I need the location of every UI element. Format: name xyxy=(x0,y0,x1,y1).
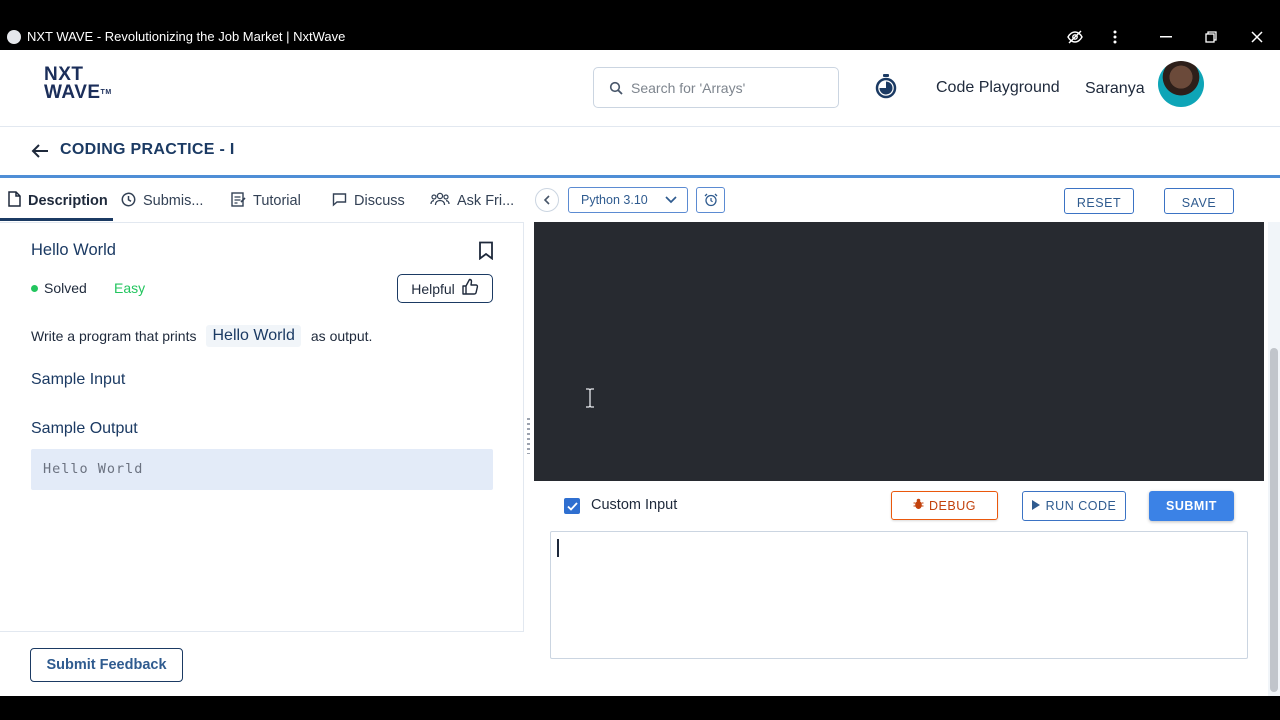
document-icon xyxy=(8,191,21,211)
text-caret xyxy=(557,539,559,557)
avatar[interactable] xyxy=(1158,61,1204,107)
custom-input-checkbox[interactable] xyxy=(564,498,580,514)
minimize-icon[interactable] xyxy=(1156,28,1176,46)
nxtwave-logo[interactable]: NXT WAVETM xyxy=(44,65,112,103)
custom-input-field[interactable] xyxy=(550,531,1248,659)
submit-feedback-button[interactable]: Submit Feedback xyxy=(30,648,183,682)
code-playground-link[interactable]: Code Playground xyxy=(936,79,1060,97)
back-arrow-icon[interactable] xyxy=(30,141,50,166)
close-icon[interactable] xyxy=(1247,28,1267,46)
custom-input-label[interactable]: Custom Input xyxy=(591,497,677,513)
tab-ask-friends[interactable]: Ask Fri... xyxy=(430,189,514,213)
sample-output-text: Hello World xyxy=(43,461,144,477)
scrollbar-thumb[interactable] xyxy=(1270,348,1278,692)
solved-status-dot xyxy=(31,285,38,292)
tutorial-icon xyxy=(231,191,246,211)
code-editor[interactable] xyxy=(534,222,1264,481)
tab-label: Description xyxy=(28,193,108,209)
run-code-label: RUN CODE xyxy=(1045,499,1117,513)
tab-label: Tutorial xyxy=(253,193,301,209)
panel-resize-handle[interactable] xyxy=(527,418,530,454)
language-value: Python 3.10 xyxy=(581,193,648,207)
helpful-button[interactable]: Helpful xyxy=(397,274,493,303)
eye-off-icon[interactable] xyxy=(1065,28,1085,46)
logo-line-2: WAVE xyxy=(44,82,101,103)
alarm-button[interactable] xyxy=(696,187,725,213)
tab-discuss[interactable]: Discuss xyxy=(332,189,405,213)
tab-description[interactable]: Description xyxy=(8,189,108,213)
page-title: CODING PRACTICE - I xyxy=(60,141,235,158)
problem-description: Write a program that prints Hello World … xyxy=(31,325,372,347)
check-icon xyxy=(566,501,578,511)
tab-label: Submis... xyxy=(143,193,204,209)
breadcrumb: CODING PRACTICE - I xyxy=(0,127,1280,178)
language-select[interactable]: Python 3.10 xyxy=(568,187,688,213)
save-button[interactable]: SAVE xyxy=(1164,188,1234,214)
debug-label: DEBUG xyxy=(929,498,976,513)
active-tab-indicator xyxy=(0,218,113,221)
search-placeholder: Search for 'Arrays' xyxy=(631,80,746,96)
app-header: NXT WAVETM Search for 'Arrays' Code Play… xyxy=(0,50,1280,127)
window-titlebar: NXT WAVE - Revolutionizing the Job Marke… xyxy=(0,0,1280,50)
tab-submissions[interactable]: Submis... xyxy=(121,189,203,213)
play-icon xyxy=(1031,499,1040,513)
window-title: NXT WAVE - Revolutionizing the Job Marke… xyxy=(27,29,346,44)
submit-button[interactable]: SUBMIT xyxy=(1149,491,1234,521)
helpful-label: Helpful xyxy=(411,280,455,297)
inline-code: Hello World xyxy=(206,325,301,347)
alarm-clock-icon xyxy=(704,193,717,207)
restore-icon[interactable] xyxy=(1201,28,1221,46)
problem-title: Hello World xyxy=(31,241,116,259)
bookmark-icon[interactable] xyxy=(478,241,494,265)
description-text-start: Write a program that prints xyxy=(31,328,197,344)
collapse-panel-button[interactable] xyxy=(535,188,559,212)
sample-output-box: Hello World xyxy=(31,449,493,490)
search-icon xyxy=(609,81,623,100)
run-code-button[interactable]: RUN CODE xyxy=(1022,491,1126,521)
people-icon xyxy=(430,192,450,210)
clock-icon xyxy=(121,192,136,211)
search-input[interactable]: Search for 'Arrays' xyxy=(593,67,839,108)
tab-label: Ask Fri... xyxy=(457,193,515,209)
user-name[interactable]: Saranya xyxy=(1085,80,1145,98)
chevron-down-icon xyxy=(665,193,677,207)
bug-icon xyxy=(913,498,924,513)
sample-input-heading: Sample Input xyxy=(31,371,126,388)
description-text-end: as output. xyxy=(310,328,373,344)
sample-output-heading: Sample Output xyxy=(31,420,138,437)
debug-button[interactable]: DEBUG xyxy=(891,491,998,520)
reset-button[interactable]: RESET xyxy=(1064,188,1134,214)
logo-tm: TM xyxy=(100,89,112,96)
tab-label: Discuss xyxy=(354,193,405,209)
more-vertical-icon[interactable] xyxy=(1105,28,1125,46)
text-cursor-icon xyxy=(585,388,595,413)
difficulty-badge: Easy xyxy=(114,280,146,296)
screen-bottom-bar xyxy=(0,696,1280,720)
tab-tutorial[interactable]: Tutorial xyxy=(231,189,301,213)
thumbs-up-icon xyxy=(461,278,479,299)
chat-icon xyxy=(332,192,347,211)
chevron-left-icon xyxy=(543,195,550,205)
status-badge: Solved xyxy=(44,280,87,296)
stopwatch-icon[interactable] xyxy=(874,74,898,105)
site-favicon-icon xyxy=(7,30,21,44)
